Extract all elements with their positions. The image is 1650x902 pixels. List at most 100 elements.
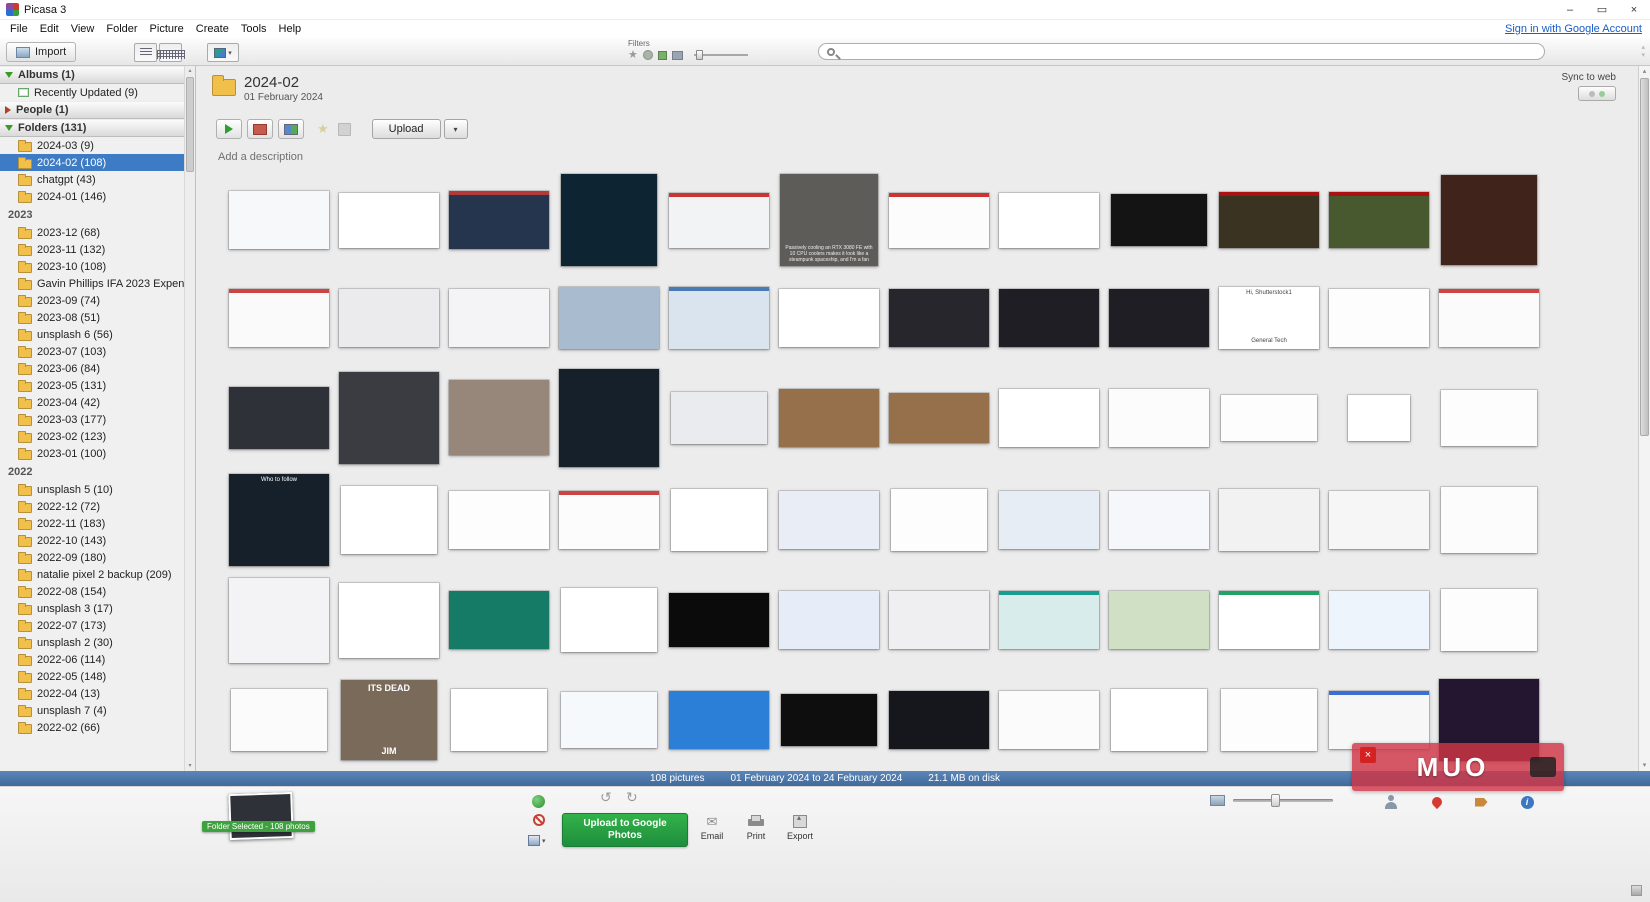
photo-thumbnail[interactable] — [1109, 289, 1209, 347]
folder-item[interactable]: unsplash 5 (10) — [0, 481, 195, 498]
folders-section-header[interactable]: Folders (131) — [0, 119, 195, 137]
sidebar-scrollbar[interactable]: ▴ ▾ — [184, 66, 195, 771]
search-input[interactable] — [840, 44, 1544, 59]
photo-thumbnail[interactable] — [999, 389, 1099, 447]
faces-filter-icon[interactable] — [643, 50, 653, 60]
photo-thumbnail[interactable] — [671, 489, 767, 551]
folder-item[interactable]: 2024-02 (108) — [0, 154, 195, 171]
photo-thumbnail[interactable] — [449, 491, 549, 549]
tray-selection[interactable]: Folder Selected - 108 photos — [200, 791, 322, 857]
photo-thumbnail[interactable] — [1329, 192, 1429, 248]
export-button[interactable]: Export — [778, 815, 822, 841]
folder-item[interactable]: chatgpt (43) — [0, 171, 195, 188]
watermark-close-icon[interactable]: × — [1360, 747, 1376, 763]
photo-thumbnail[interactable] — [999, 591, 1099, 649]
photo-thumbnail[interactable]: ITS DEADJIM — [341, 680, 437, 760]
sync-toggle[interactable] — [1578, 86, 1616, 101]
photo-thumbnail[interactable] — [341, 486, 437, 554]
minimize-button[interactable]: – — [1554, 0, 1586, 20]
folder-item[interactable]: 2023-10 (108) — [0, 258, 195, 275]
date-filter-slider[interactable] — [694, 49, 748, 61]
menu-view[interactable]: View — [65, 20, 101, 38]
menu-file[interactable]: File — [4, 20, 34, 38]
sign-in-link[interactable]: Sign in with Google Account — [1505, 23, 1642, 35]
scroll-down-icon[interactable]: ▾ — [1639, 760, 1650, 771]
create-collage-button[interactable] — [278, 119, 304, 139]
photo-thumbnail[interactable] — [1348, 395, 1410, 441]
photo-thumbnail[interactable] — [999, 289, 1099, 347]
add-to-album-button[interactable]: ▾ — [528, 835, 546, 846]
folder-item[interactable]: 2022-06 (114) — [0, 651, 195, 668]
photo-thumbnail[interactable] — [451, 689, 547, 751]
photo-thumbnail[interactable] — [229, 387, 329, 449]
photo-thumbnail[interactable] — [889, 193, 989, 248]
scroll-up-icon[interactable]: ▴ — [185, 66, 195, 76]
photo-thumbnail[interactable] — [1221, 689, 1317, 751]
folder-item[interactable]: 2024-03 (9) — [0, 137, 195, 154]
upload-button[interactable]: Upload — [372, 119, 441, 139]
folder-item[interactable]: 2022-10 (143) — [0, 532, 195, 549]
photo-thumbnail[interactable] — [1109, 389, 1209, 447]
folder-item[interactable]: 2024-01 (146) — [0, 188, 195, 205]
tree-view-button[interactable] — [159, 43, 182, 62]
photo-thumbnail[interactable] — [561, 174, 657, 266]
photo-thumbnail[interactable] — [669, 593, 769, 647]
photo-thumbnail[interactable] — [889, 691, 989, 749]
photo-thumbnail[interactable] — [229, 191, 329, 249]
folder-item[interactable]: 2023-08 (51) — [0, 309, 195, 326]
photo-thumbnail[interactable] — [999, 193, 1099, 248]
photo-thumbnail[interactable] — [559, 369, 659, 467]
folder-item[interactable]: 2023-12 (68) — [0, 224, 195, 241]
zoom-slider[interactable] — [1233, 793, 1333, 807]
folder-item[interactable]: 2022-05 (148) — [0, 668, 195, 685]
photo-thumbnail[interactable] — [1111, 194, 1207, 246]
folder-item[interactable]: 2023-06 (84) — [0, 360, 195, 377]
description-field[interactable]: Add a description — [196, 142, 1638, 166]
menu-edit[interactable]: Edit — [34, 20, 65, 38]
import-button[interactable]: Import — [6, 42, 76, 62]
menu-tools[interactable]: Tools — [235, 20, 273, 38]
photo-thumbnail[interactable] — [1219, 192, 1319, 248]
photo-thumbnail[interactable] — [561, 588, 657, 652]
menu-help[interactable]: Help — [273, 20, 308, 38]
folder-item[interactable]: 2023-04 (42) — [0, 394, 195, 411]
photo-thumbnail[interactable] — [891, 489, 987, 551]
scroll-down-icon[interactable]: ▾ — [185, 761, 195, 771]
scroll-mode-button[interactable]: ▾ — [207, 43, 239, 62]
upload-dropdown[interactable]: ▾ — [444, 119, 468, 139]
photo-thumbnail[interactable] — [231, 689, 327, 751]
photo-thumbnail[interactable] — [1329, 491, 1429, 549]
photo-thumbnail[interactable] — [1441, 487, 1537, 553]
photo-thumbnail[interactable] — [1221, 395, 1317, 441]
folder-item[interactable]: 2022-09 (180) — [0, 549, 195, 566]
folder-item[interactable]: 2023-09 (74) — [0, 292, 195, 309]
photo-thumbnail[interactable] — [669, 193, 769, 248]
photo-thumbnail[interactable] — [339, 289, 439, 347]
folder-item[interactable]: 2022-02 (66) — [0, 719, 195, 736]
search-box[interactable] — [818, 43, 1545, 60]
photo-thumbnail[interactable] — [671, 392, 767, 444]
photo-thumbnail[interactable] — [1111, 689, 1207, 751]
starred-filter-icon[interactable]: ★ — [628, 50, 638, 61]
places-panel-button[interactable] — [1424, 792, 1450, 812]
photo-thumbnail[interactable]: Hi, Shutterstock1General Tech — [1219, 287, 1319, 349]
photo-thumbnail[interactable] — [889, 289, 989, 347]
photo-thumbnail[interactable] — [1329, 289, 1429, 347]
folder-item[interactable]: 2022-08 (154) — [0, 583, 195, 600]
folder-item[interactable]: 2022-04 (13) — [0, 685, 195, 702]
photo-thumbnail[interactable]: Passively cooling an RTX 3080 FE with 10… — [780, 174, 878, 266]
folder-item[interactable]: 2022-11 (183) — [0, 515, 195, 532]
rotate-ccw-icon[interactable]: ↺ — [600, 789, 612, 806]
album-item[interactable]: Recently Updated (9) — [0, 84, 195, 101]
scroll-up-icon[interactable]: ▴ — [1639, 66, 1650, 77]
folder-item[interactable]: 2023-05 (131) — [0, 377, 195, 394]
photo-thumbnail[interactable] — [229, 289, 329, 347]
hold-selection-icon[interactable] — [532, 795, 545, 808]
photo-thumbnail[interactable] — [779, 289, 879, 347]
scrollbar-thumb[interactable] — [1640, 78, 1649, 436]
photo-thumbnail[interactable] — [1219, 591, 1319, 649]
photo-thumbnail[interactable] — [559, 491, 659, 549]
photo-thumbnail[interactable] — [781, 694, 877, 746]
geotag-filter-icon[interactable] — [658, 51, 667, 60]
photo-thumbnail[interactable] — [999, 491, 1099, 549]
